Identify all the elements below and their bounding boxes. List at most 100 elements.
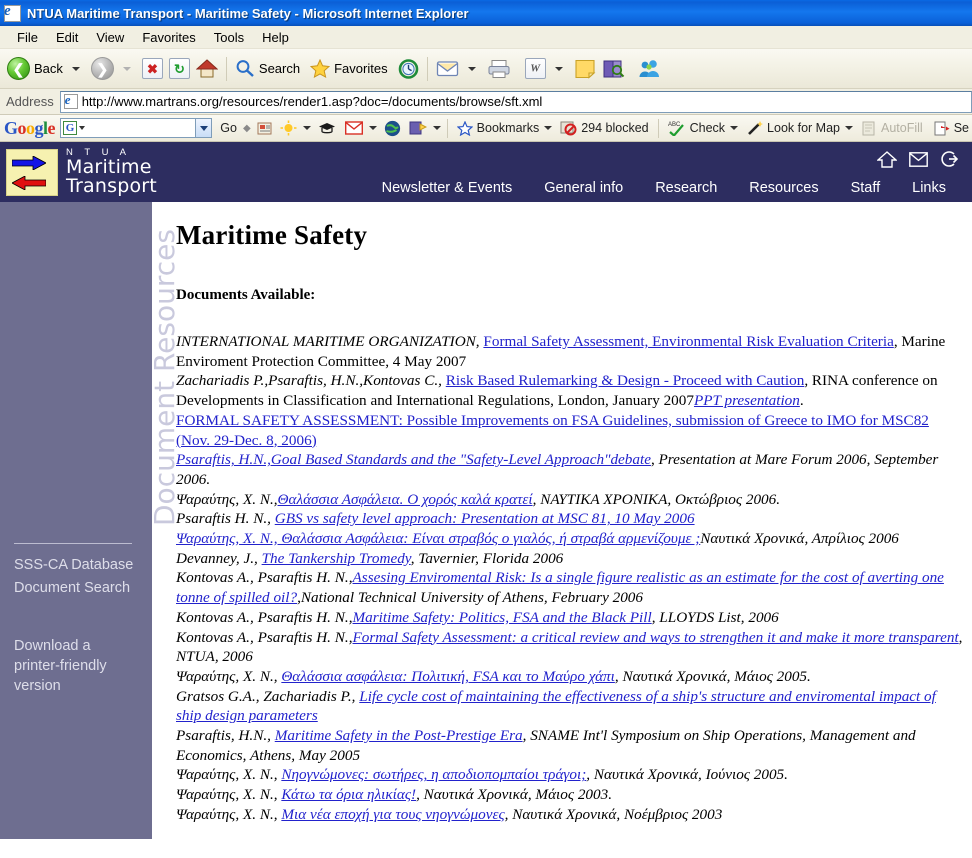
google-toolbar: Google G Go ◆ Bookmarks 294 blocked ABC … <box>0 115 972 142</box>
nav-general-info[interactable]: General info <box>528 180 639 196</box>
address-label: Address <box>6 94 54 109</box>
printer-friendly-line-2[interactable]: printer-friendly <box>14 656 133 676</box>
sidebar: Document Resources SSS-CA Database Docum… <box>0 202 181 839</box>
google-earth-icon[interactable] <box>384 120 401 137</box>
document-link[interactable]: Μια νέα εποχή για τους νηογνώμονες <box>281 806 504 823</box>
look-for-map-caret-icon[interactable] <box>845 126 854 130</box>
forward-button[interactable]: ❯ <box>88 55 117 82</box>
google-news-icon[interactable] <box>257 121 274 136</box>
document-link[interactable]: Κάτω τα όρια ηλικίας! <box>281 786 416 803</box>
site-logo[interactable]: N T U A Maritime Transport <box>0 142 176 202</box>
document-link[interactable]: Maritime Safety in the Post-Prestige Era <box>275 727 523 744</box>
printer-friendly-line-3[interactable]: version <box>14 676 133 696</box>
history-button[interactable] <box>395 57 422 81</box>
word-icon: W <box>524 58 546 79</box>
edit-with-word-button[interactable]: W <box>522 56 549 81</box>
google-resize-handle[interactable]: ◆ <box>243 123 251 134</box>
google-send-to-button[interactable]: Se <box>934 121 969 136</box>
sidebar-item-document-search[interactable]: Document Search <box>14 577 133 600</box>
home-icon <box>195 59 218 78</box>
favorites-button-label: Favorites <box>334 61 388 76</box>
home-button[interactable] <box>193 56 221 81</box>
messenger-button[interactable] <box>634 57 664 81</box>
sidebar-item-sss-ca-database[interactable]: SSS-CA Database <box>14 554 133 577</box>
mail-dropdown-icon[interactable] <box>467 66 476 71</box>
printer-friendly-line-1[interactable]: Download a <box>14 636 133 656</box>
nav-staff[interactable]: Staff <box>835 180 897 196</box>
menu-item-file[interactable]: File <box>8 28 47 47</box>
sidebar-printer-friendly-link[interactable]: Download a printer-friendly version <box>14 636 133 696</box>
menu-item-view[interactable]: View <box>87 28 133 47</box>
exit-icon[interactable] <box>940 150 959 173</box>
document-link[interactable]: GBS vs safety level approach: Presentati… <box>275 510 695 527</box>
refresh-icon: ↻ <box>168 58 190 79</box>
home-link-icon[interactable] <box>876 150 898 173</box>
document-citation-text: , Ναυτικά Χρονικά, Ιούνιος 2005. <box>586 766 788 784</box>
mail-icon <box>436 61 458 77</box>
contact-mail-icon[interactable] <box>909 151 928 172</box>
google-bookmarks-button[interactable]: Bookmarks <box>456 120 539 136</box>
document-link[interactable]: Νηογνώμονες: σωτήρες, η αποδιοπομπαίοι τ… <box>281 766 586 783</box>
document-citation-text: Ψαραύτης, Χ. Ν., <box>176 786 282 804</box>
site-logo-text: N T U A Maritime Transport <box>66 148 157 197</box>
document-entry: Gratsos G.A., Zachariadis P., Life cycle… <box>176 687 964 726</box>
nav-resources[interactable]: Resources <box>733 180 834 196</box>
document-link[interactable]: Psaraftis, H.N.,Goal Based Standards and… <box>176 451 651 468</box>
google-weather-icon[interactable] <box>280 120 297 136</box>
autofill-icon <box>862 121 875 135</box>
internet-explorer-icon <box>4 3 21 22</box>
document-link[interactable]: Formal Safety Assessment, Environmental … <box>483 333 893 350</box>
nav-links[interactable]: Links <box>896 180 962 196</box>
google-spellcheck-button[interactable]: ABC Check <box>668 120 725 136</box>
google-weather-dropdown-icon[interactable] <box>302 126 311 130</box>
document-link[interactable]: Formal Safety Assessment: a critical rev… <box>353 629 959 646</box>
document-link[interactable]: PPT presentation <box>694 392 800 409</box>
google-search-input[interactable]: G <box>60 118 213 138</box>
google-look-for-map-button[interactable]: Look for Map <box>746 120 840 136</box>
research-button[interactable] <box>599 57 628 81</box>
documents-available-heading: Documents Available: <box>176 287 316 303</box>
google-options-icon[interactable] <box>409 120 427 136</box>
address-input[interactable]: http://www.martrans.org/resources/render… <box>59 90 972 113</box>
favorites-button[interactable]: Favorites <box>307 57 390 80</box>
document-entry: Devanney, J., The Tankership Tromedy, Ta… <box>176 549 964 569</box>
print-button[interactable] <box>484 57 514 81</box>
word-dropdown-icon[interactable] <box>554 66 563 71</box>
notes-button[interactable] <box>571 57 599 81</box>
google-separator-1 <box>446 118 448 138</box>
back-button[interactable]: ❮ Back <box>4 55 66 82</box>
google-autofill-button[interactable]: AutoFill <box>861 121 923 136</box>
bookmark-star-icon <box>456 120 473 136</box>
document-entry: INTERNATIONAL MARITIME ORGANIZATION, For… <box>176 332 964 371</box>
mail-button[interactable] <box>433 57 462 80</box>
google-scholar-icon[interactable] <box>318 121 336 136</box>
document-link[interactable]: Maritime Safety: Politics, FSA and the B… <box>353 609 652 626</box>
menu-item-help[interactable]: Help <box>253 28 298 47</box>
gmail-icon[interactable] <box>344 121 363 135</box>
menu-item-edit[interactable]: Edit <box>47 28 87 47</box>
google-options-dropdown-icon[interactable] <box>432 126 441 130</box>
back-dropdown-icon[interactable] <box>71 66 80 71</box>
document-link[interactable]: The Tankership Tromedy <box>262 550 411 567</box>
google-search-dropdown-button[interactable] <box>195 119 212 137</box>
sidebar-links: SSS-CA Database Document Search Download… <box>14 554 133 696</box>
stop-icon: ✖ <box>141 58 163 79</box>
stop-button[interactable]: ✖ <box>139 56 166 81</box>
refresh-button[interactable]: ↻ <box>166 56 193 81</box>
document-citation-text: , ΝΑΥΤΙΚΑ ΧΡΟΝΙΚΑ, Οκτώβριος 2006. <box>532 490 781 508</box>
document-link[interactable]: Risk Based Rulemarking & Design - Procee… <box>446 372 805 389</box>
document-link[interactable]: Θαλάσσια Ασφάλεια. Ο χορός καλά κρατεί <box>278 491 533 508</box>
search-button[interactable]: Search <box>232 57 303 80</box>
document-link[interactable]: Ψαραύτης, Χ. Ν., Θαλάσσια Ασφάλεια: Είνα… <box>176 530 700 547</box>
google-bookmarks-caret-icon[interactable] <box>544 126 553 130</box>
menu-item-favorites[interactable]: Favorites <box>133 28 204 47</box>
menu-item-tools[interactable]: Tools <box>205 28 253 47</box>
nav-research[interactable]: Research <box>639 180 733 196</box>
document-link[interactable]: FORMAL SAFETY ASSESSMENT: Possible Impro… <box>176 412 929 449</box>
google-popup-blocker-button[interactable]: 294 blocked <box>560 120 649 136</box>
gmail-dropdown-icon[interactable] <box>368 126 377 130</box>
document-link[interactable]: Θαλάσσια ασφάλεια: Πολιτική, FSA και το … <box>281 668 615 685</box>
check-caret-icon[interactable] <box>730 126 739 130</box>
nav-newsletter-events[interactable]: Newsletter & Events <box>366 180 529 196</box>
google-go-button[interactable]: Go <box>220 121 237 135</box>
